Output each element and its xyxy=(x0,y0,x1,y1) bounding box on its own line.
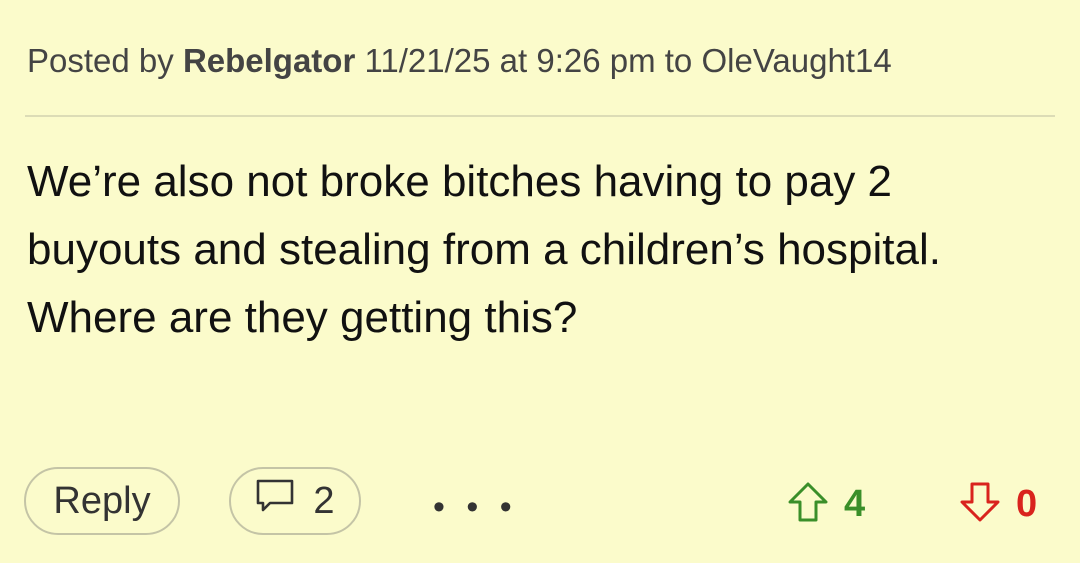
comment-count: 2 xyxy=(313,479,335,522)
post-body: We’re also not broke bitches having to p… xyxy=(27,157,941,342)
upvote-count: 4 xyxy=(844,483,866,525)
reply-button[interactable]: Reply xyxy=(24,467,180,535)
upvote-button[interactable]: 4 xyxy=(786,480,865,529)
header-divider xyxy=(25,115,1055,117)
down-arrow-icon xyxy=(958,480,1002,529)
downvote-button[interactable]: 0 xyxy=(958,480,1037,529)
to-label: to xyxy=(664,42,693,79)
speech-bubble-icon xyxy=(255,478,295,524)
comments-button[interactable]: 2 xyxy=(229,467,361,535)
posted-by-label: Posted by xyxy=(27,42,174,79)
downvote-count: 0 xyxy=(1016,483,1038,525)
post-timestamp: 11/21/25 at 9:26 pm xyxy=(364,42,656,79)
up-arrow-icon xyxy=(786,480,830,529)
reply-button-label: Reply xyxy=(53,479,151,522)
post-header: Posted by Rebelgator 11/21/25 at 9:26 pm… xyxy=(27,42,892,80)
author-name[interactable]: Rebelgator xyxy=(183,42,355,79)
reply-to-user[interactable]: OleVaught14 xyxy=(701,42,891,79)
more-options-button[interactable]: • • • xyxy=(433,488,518,527)
forum-post: Posted by Rebelgator 11/21/25 at 9:26 pm… xyxy=(0,0,1080,563)
